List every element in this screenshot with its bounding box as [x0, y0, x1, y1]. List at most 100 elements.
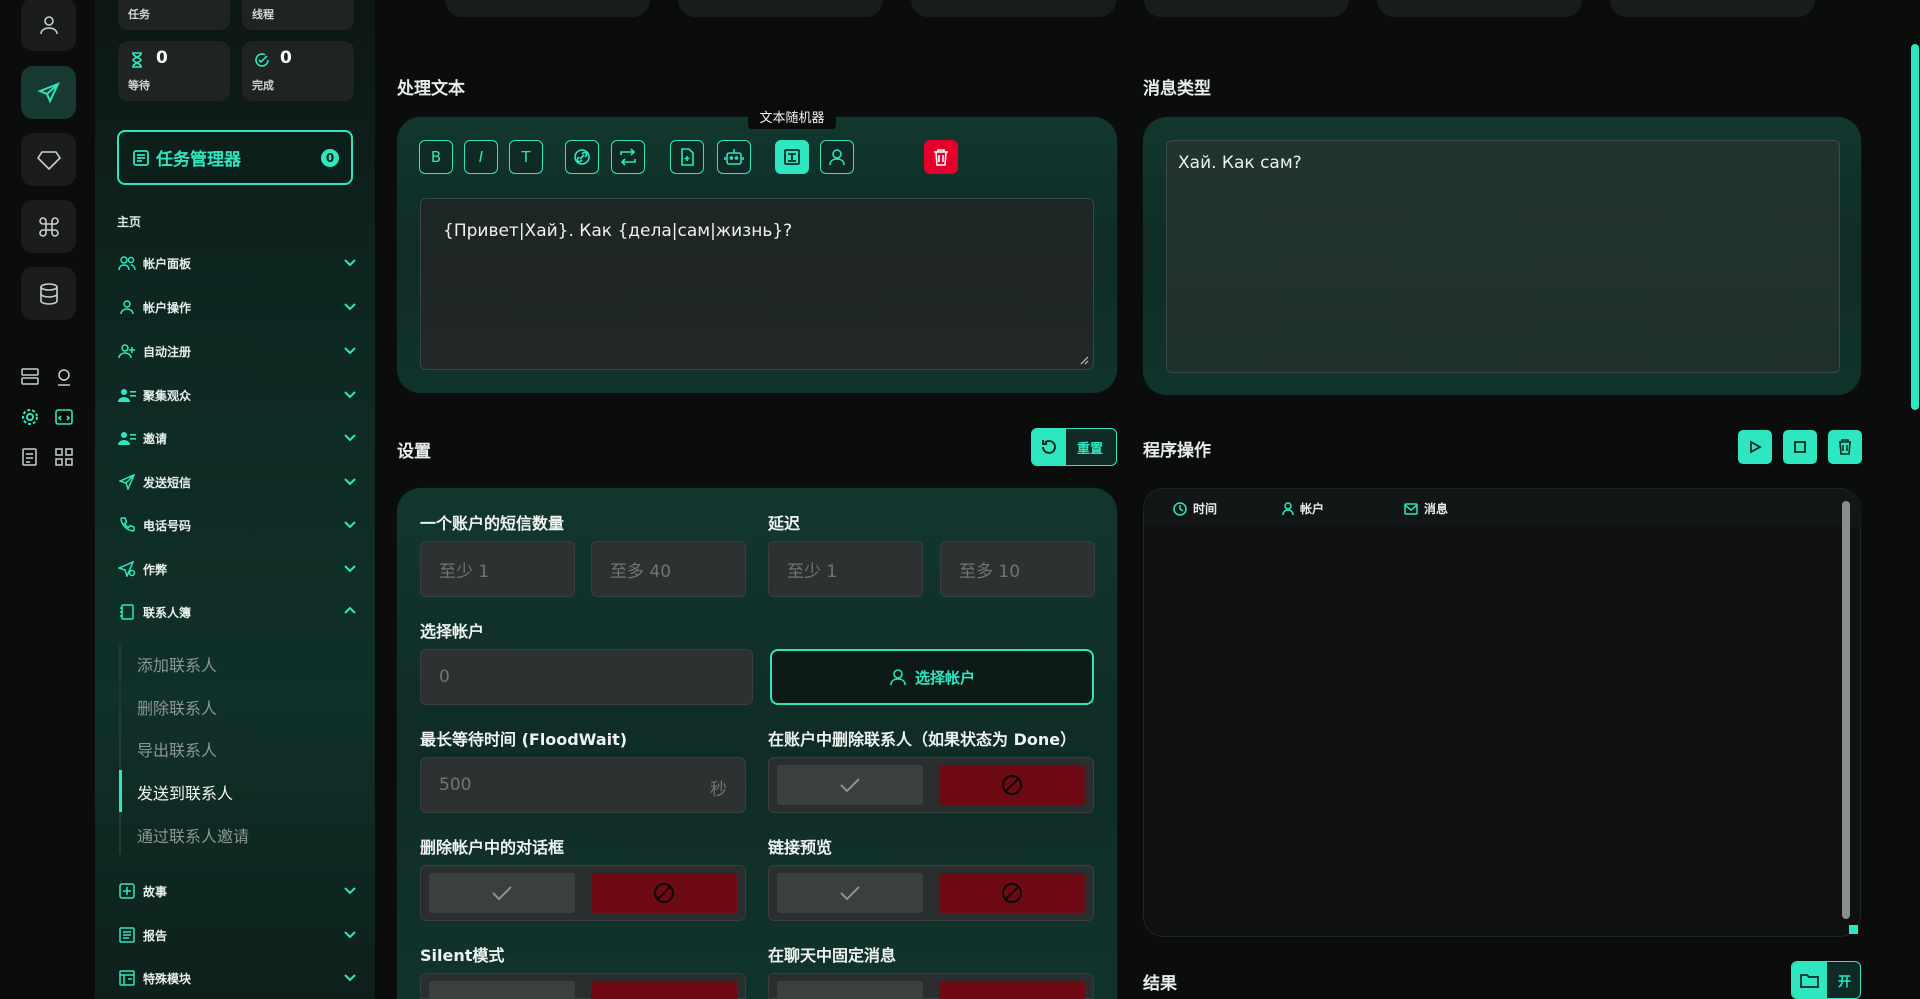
settings-icon[interactable] [19, 406, 41, 428]
sidebar-item-cheat[interactable]: 作弊 [117, 554, 357, 584]
link-button[interactable] [565, 140, 599, 174]
plus-square-icon [117, 881, 137, 901]
toggle-no[interactable] [591, 981, 737, 999]
rail-diamond-button[interactable] [21, 133, 76, 186]
text-randomizer-button[interactable] [775, 140, 809, 174]
toggle-no[interactable] [939, 981, 1085, 999]
location-user-icon[interactable] [53, 366, 75, 388]
sidebar-item-reports[interactable]: 报告 [117, 920, 357, 950]
resize-handle-icon[interactable] [1079, 355, 1089, 365]
file-add-icon [681, 148, 694, 166]
submenu-add-contacts[interactable]: 添加联系人 [137, 649, 217, 679]
sms-min-input[interactable]: 至少 1 [420, 541, 575, 597]
sidebar-item-send-sms[interactable]: 发送短信 [117, 467, 357, 497]
stat-label: 任务 [128, 8, 150, 21]
sidebar-item-stories[interactable]: 故事 [117, 876, 357, 906]
play-icon [1750, 440, 1762, 454]
rail-send-button[interactable] [21, 66, 76, 119]
open-results-button[interactable]: 开 [1791, 961, 1861, 999]
log-column-account: 帐户 [1282, 500, 1324, 517]
log-scrollbar[interactable] [1842, 501, 1850, 919]
rail-profile-button[interactable] [21, 0, 76, 51]
italic-icon: I [478, 148, 484, 166]
delay-max-input[interactable]: 至多 10 [940, 541, 1095, 597]
insert-user-button[interactable] [820, 140, 854, 174]
grid-icon[interactable] [53, 446, 75, 468]
toggle-yes[interactable] [429, 981, 575, 999]
text-button[interactable]: T [509, 140, 543, 174]
delay-min-input[interactable]: 至少 1 [768, 541, 923, 597]
sidebar-item-special-modules[interactable]: 特殊模块 [117, 963, 357, 993]
chevron-down-icon [343, 927, 357, 941]
tooltip: 文本随机器 [748, 103, 836, 129]
bold-icon: B [430, 148, 442, 166]
sidebar-item-contact-book[interactable]: 联系人簿 [117, 597, 357, 627]
floodwait-input[interactable]: 500 秒 [420, 757, 746, 813]
page-scrollbar-thumb[interactable] [1911, 44, 1919, 410]
floodwait-label: 最长等待时间 (FloodWait) [420, 730, 628, 749]
sidebar-item-gather-audience[interactable]: 聚集观众 [117, 380, 357, 410]
chevron-down-icon [343, 883, 357, 897]
source-text-area[interactable]: {Привет|Хай}. Как {дела|сам|жизнь}? [420, 198, 1094, 370]
file-add-button[interactable] [670, 140, 704, 174]
submenu-invite-via-contacts[interactable]: 通过联系人邀请 [137, 820, 249, 850]
task-manager-button[interactable]: 任务管理器 0 [117, 130, 353, 185]
submenu-delete-contacts[interactable]: 删除联系人 [137, 692, 217, 722]
sidebar-item-phone-numbers[interactable]: 电话号码 [117, 510, 357, 540]
settings-title: 设置 [397, 442, 431, 462]
operations-title: 程序操作 [1143, 441, 1211, 461]
ban-icon [1002, 883, 1022, 903]
user-icon [117, 297, 137, 317]
chevron-down-icon [343, 299, 357, 313]
submenu-send-to-contacts[interactable]: 发送到联系人 [137, 777, 233, 807]
rail-database-button[interactable] [21, 267, 76, 320]
preview-text-area: Хай. Как сам? [1166, 140, 1840, 373]
rail-command-button[interactable] [21, 200, 76, 253]
select-account-label: 选择帐户 [420, 622, 485, 641]
delete-text-button[interactable] [924, 140, 958, 174]
reset-label: 重置 [1077, 442, 1104, 457]
accounts-count-input[interactable]: 0 [420, 649, 753, 705]
toggle-yes[interactable] [777, 981, 923, 999]
toggle-no[interactable] [939, 873, 1085, 913]
toggle-no[interactable] [939, 765, 1085, 805]
bot-button[interactable] [717, 140, 751, 174]
source-text: {Привет|Хай}. Как {дела|сам|жизнь}? [443, 221, 793, 241]
bold-button[interactable]: B [419, 140, 453, 174]
user-icon [39, 15, 58, 34]
resize-corner-icon[interactable] [1849, 925, 1858, 934]
toggle-yes[interactable] [777, 765, 923, 805]
folder-icon [1792, 962, 1827, 998]
toggle-yes[interactable] [777, 873, 923, 913]
select-account-button[interactable]: 选择帐户 [770, 649, 1094, 705]
sidebar-item-invite[interactable]: 邀请 [117, 423, 357, 453]
sidebar-item-account-panel[interactable]: 帐户面板 [117, 248, 357, 278]
user-icon [890, 669, 906, 686]
sidebar-item-account-ops[interactable]: 帐户操作 [117, 292, 357, 322]
italic-button[interactable]: I [464, 140, 498, 174]
start-button[interactable] [1738, 430, 1772, 464]
clear-log-button[interactable] [1828, 430, 1862, 464]
reset-button[interactable]: 重置 [1031, 428, 1117, 466]
sidebar-item-label: 作弊 [143, 562, 168, 577]
text-icon: T [521, 148, 531, 166]
stop-button[interactable] [1783, 430, 1817, 464]
toggle-yes[interactable] [429, 873, 575, 913]
chevron-down-icon [343, 970, 357, 984]
command-icon [38, 216, 59, 237]
repeat-button[interactable] [611, 140, 645, 174]
sidebar-item-auto-register[interactable]: 自动注册 [117, 336, 357, 366]
submenu-export-contacts[interactable]: 导出联系人 [137, 734, 217, 764]
notes-icon[interactable] [19, 446, 41, 468]
chevron-down-icon [343, 561, 357, 575]
sms-max-input[interactable]: 至多 40 [591, 541, 746, 597]
code-window-icon[interactable] [53, 406, 75, 428]
delete-contacts-label: 在账户中删除联系人（如果状态为 Done） [768, 730, 1077, 749]
server-icon[interactable] [19, 366, 41, 388]
process-text-title: 处理文本 [397, 79, 465, 99]
sms-min-placeholder: 至少 1 [439, 561, 490, 582]
phone-icon [117, 515, 137, 535]
toggle-no[interactable] [591, 873, 737, 913]
log-column-time: 时间 [1173, 500, 1217, 517]
user-plus-icon [117, 341, 137, 361]
